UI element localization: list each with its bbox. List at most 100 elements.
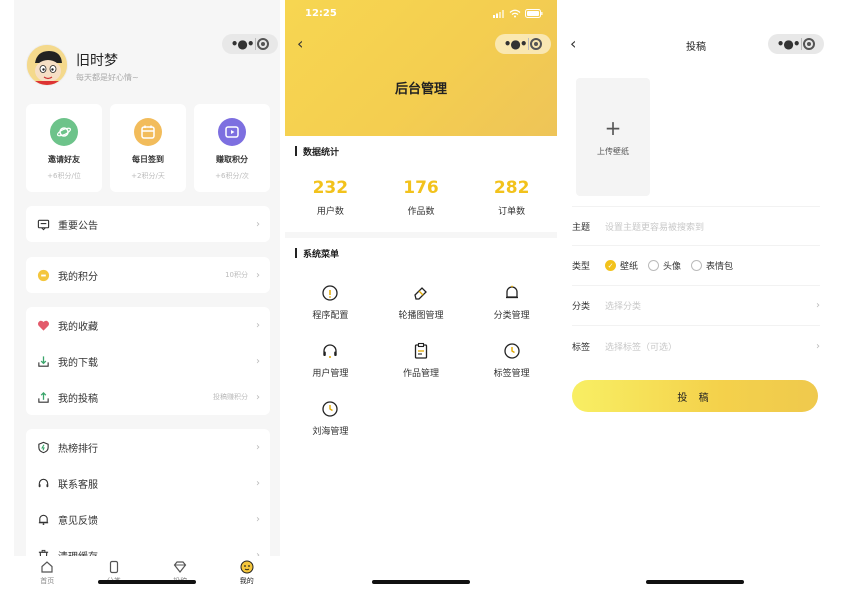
capsule-divider xyxy=(800,38,802,50)
radio-label: 头像 xyxy=(663,262,682,272)
page-title: 后台管理 xyxy=(394,82,447,97)
category-label: 分类 xyxy=(572,302,591,312)
menu-label: 用户管理 xyxy=(312,369,349,379)
menu-category[interactable]: 分类管理 xyxy=(466,284,557,342)
mini-program-capsule[interactable]: •●• xyxy=(495,34,551,54)
signal-icon xyxy=(493,9,504,18)
type-label: 类型 xyxy=(572,262,591,272)
message-icon xyxy=(36,217,50,231)
chevron-right-icon: › xyxy=(256,355,260,367)
battery-icon xyxy=(525,9,543,18)
hot-row[interactable]: 热榜排行 › xyxy=(26,429,270,465)
back-icon[interactable]: ‹ xyxy=(297,34,303,53)
card-subtitle: +6积分/次 xyxy=(215,172,249,180)
tab-submit[interactable]: 投稿 xyxy=(155,556,205,592)
stat-value: 282 xyxy=(493,178,530,198)
capsule-divider xyxy=(527,38,529,50)
points-label: 我的积分 xyxy=(58,271,98,283)
points-value: 10积分 xyxy=(225,271,248,279)
clock-icon xyxy=(504,343,520,359)
tab-mine[interactable]: 我的 xyxy=(222,556,272,592)
chevron-right-icon: › xyxy=(816,340,820,352)
upload-wallpaper-button[interactable]: + 上传壁纸 xyxy=(576,78,650,196)
chevron-right-icon: › xyxy=(256,477,260,489)
home-icon xyxy=(41,561,53,573)
mini-program-capsule[interactable]: •●• xyxy=(222,34,278,54)
profile-screen: •●• 旧时梦 每天都是好心情~ 邀请好友 +6积分/位 每日签到 +2积分/天… xyxy=(14,0,280,592)
checkin-card[interactable]: 每日签到 +2积分/天 xyxy=(110,104,186,192)
chevron-right-icon: › xyxy=(256,319,260,331)
service-row[interactable]: 联系客服 › xyxy=(26,465,270,501)
type-option-sticker[interactable]: 表情包 xyxy=(691,259,733,272)
card-title: 邀请好友 xyxy=(48,155,80,164)
feedback-row[interactable]: 意见反馈 › xyxy=(26,501,270,537)
clear-cache-row[interactable]: 清理缓存 › xyxy=(26,537,270,557)
menu-label: 轮播图管理 xyxy=(398,311,444,321)
planet-icon xyxy=(50,118,78,146)
more-icon[interactable]: •●• xyxy=(504,37,528,51)
points-row[interactable]: 我的积分 10积分 › xyxy=(26,257,270,293)
type-option-wallpaper[interactable]: ✓ 壁纸 xyxy=(605,259,638,272)
card-title: 赚取积分 xyxy=(216,155,248,164)
favorites-row[interactable]: 我的收藏 › xyxy=(26,307,270,343)
close-capsule-icon[interactable] xyxy=(257,38,270,50)
service-label: 联系客服 xyxy=(58,479,98,491)
plus-icon: + xyxy=(604,115,622,140)
mini-program-capsule[interactable]: •●• xyxy=(768,34,824,54)
category-field[interactable]: 分类 选择分类 › xyxy=(572,286,820,326)
menu-tags[interactable]: 标签管理 xyxy=(466,342,557,400)
theme-input[interactable]: 设置主题更容易被搜索到 xyxy=(605,220,820,233)
stat-users: 232 用户数 xyxy=(285,166,376,232)
tab-category[interactable]: 分类 xyxy=(89,556,139,592)
category-select[interactable]: 选择分类 xyxy=(605,299,816,312)
coin-icon xyxy=(36,268,50,282)
tab-home[interactable]: 首页 xyxy=(22,556,72,592)
radio-circle-icon xyxy=(691,260,703,271)
close-capsule-icon[interactable] xyxy=(530,38,543,50)
submit-button[interactable]: 投 稿 xyxy=(572,380,818,412)
headset-icon xyxy=(36,476,50,490)
shield-bolt-icon xyxy=(36,440,50,454)
menu-program-config[interactable]: 程序配置 xyxy=(285,284,376,342)
video-icon xyxy=(218,118,246,146)
personal-group: 我的收藏 › 我的下载 › 我的投稿 投稿赚积分 › xyxy=(26,307,270,415)
menu-label: 作品管理 xyxy=(402,369,439,379)
hot-label: 热榜排行 xyxy=(58,443,98,455)
menu-section-title: 系统菜单 xyxy=(285,238,557,268)
tag-select[interactable]: 选择标签（可选） xyxy=(605,340,816,353)
capsule-divider xyxy=(254,38,256,50)
downloads-row[interactable]: 我的下载 › xyxy=(26,343,270,379)
status-time: 12:25 xyxy=(305,8,337,19)
chevron-right-icon: › xyxy=(256,218,260,230)
theme-field[interactable]: 主题 设置主题更容易被搜索到 xyxy=(572,206,820,246)
info-circle-icon xyxy=(322,285,338,301)
chevron-right-icon: › xyxy=(256,513,260,525)
menu-works[interactable]: 作品管理 xyxy=(376,342,467,400)
type-option-avatar[interactable]: 头像 xyxy=(648,259,681,272)
tab-bar: 首页 分类 投稿 我的 xyxy=(14,556,280,592)
avatar[interactable] xyxy=(26,44,68,86)
notice-row[interactable]: 重要公告 › xyxy=(26,206,270,242)
menu-users[interactable]: 用户管理 xyxy=(285,342,376,400)
tab-label: 我的 xyxy=(239,577,254,585)
service-group: 热榜排行 › 联系客服 › 意见反馈 › 清理缓存 › xyxy=(26,429,270,557)
close-capsule-icon[interactable] xyxy=(803,38,816,50)
eraser-icon xyxy=(414,287,427,300)
stat-works: 176 作品数 xyxy=(376,166,467,232)
theme-label: 主题 xyxy=(572,222,591,233)
earn-points-card[interactable]: 赚取积分 +6积分/次 xyxy=(194,104,270,192)
heart-icon xyxy=(36,318,50,332)
stat-orders: 282 订单数 xyxy=(466,166,557,232)
admin-header xyxy=(285,0,557,136)
notice-label: 重要公告 xyxy=(58,220,98,232)
menu-notch[interactable]: 刘海管理 xyxy=(285,400,376,458)
invite-card[interactable]: 邀请好友 +6积分/位 xyxy=(26,104,102,192)
posts-row[interactable]: 我的投稿 投稿赚积分 › xyxy=(26,379,270,415)
more-icon[interactable]: •●• xyxy=(777,37,801,51)
tag-field[interactable]: 标签 选择标签（可选） › xyxy=(572,326,820,366)
menu-banner[interactable]: 轮播图管理 xyxy=(376,284,467,342)
admin-screen: 12:25 ‹ •●• 后台管理 数据统计 232 用户数 176 作品数 28… xyxy=(285,0,557,592)
user-signature: 每天都是好心情~ xyxy=(76,73,139,82)
menu-label: 程序配置 xyxy=(312,311,349,321)
more-icon[interactable]: •●• xyxy=(231,37,255,51)
